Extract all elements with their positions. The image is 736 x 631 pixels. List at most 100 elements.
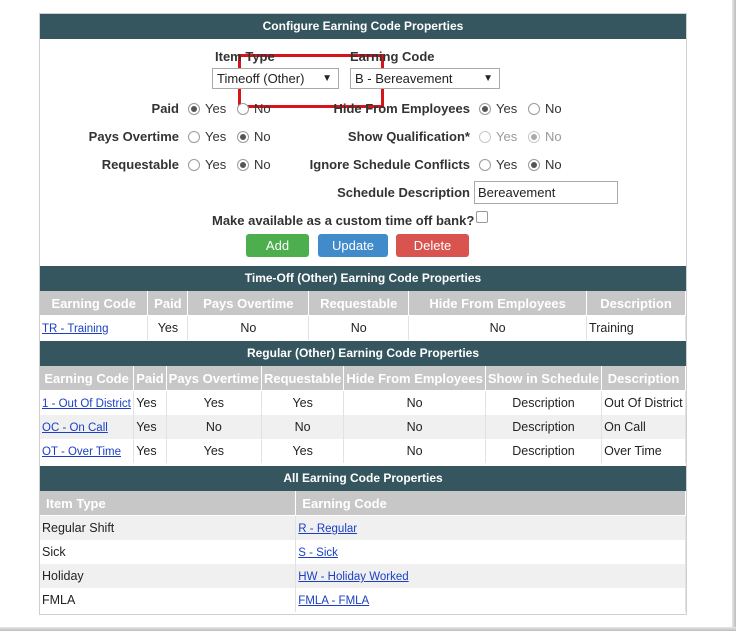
earning-code-link[interactable]: R - Regular (298, 523, 357, 535)
regular-table: Earning Code Paid Pays Overtime Requesta… (40, 366, 686, 463)
ignore-conflicts-no-radio[interactable] (528, 159, 540, 171)
chevron-down-icon: ▼ (322, 73, 332, 84)
hide-label: Hide From Employees (333, 101, 470, 116)
earning-code-link[interactable]: TR - Training (42, 323, 108, 335)
chevron-down-icon: ▼ (483, 73, 493, 84)
ignore-conflicts-yes-radio[interactable] (479, 159, 491, 171)
custom-bank-checkbox[interactable] (476, 211, 488, 223)
requestable-yes-radio[interactable] (188, 159, 200, 171)
paid-label: Paid (151, 101, 179, 116)
requestable-label: Requestable (101, 157, 179, 172)
ignore-conflicts-label: Ignore Schedule Conflicts (309, 157, 470, 172)
pays-overtime-label: Pays Overtime (88, 129, 179, 144)
column-header: Requestable (261, 366, 345, 391)
paid-no-radio[interactable] (237, 103, 249, 115)
show-qualification-no-label: No (545, 129, 562, 144)
show-qualification-yes-radio[interactable] (479, 131, 491, 143)
schedule-description-label: Schedule Description (337, 185, 470, 200)
table-row: OC - On Call Yes No No No Description On… (40, 415, 686, 439)
column-header: Paid (133, 366, 167, 391)
item-type-label: Item Type (215, 49, 275, 64)
schedule-description-input[interactable]: Bereavement (474, 181, 618, 204)
column-header: Paid (147, 291, 189, 316)
table-cell: No (308, 315, 410, 340)
delete-button[interactable]: Delete (396, 234, 469, 257)
all-codes-table: Item Type Earning Code Regular Shift R -… (40, 491, 686, 612)
hide-yes-radio[interactable] (479, 103, 491, 115)
requestable-no-radio[interactable] (237, 159, 249, 171)
window-frame-bottom (0, 627, 736, 631)
table-cell: Description (485, 415, 603, 439)
column-header: Pays Overtime (166, 366, 263, 391)
column-header: Requestable (308, 291, 410, 316)
table-cell: On Call (601, 415, 686, 439)
table-cell: No (166, 415, 263, 439)
table-cell: Yes (166, 439, 263, 463)
earning-code-link[interactable]: HW - Holiday Worked (298, 571, 408, 583)
item-type-value: Timeoff (Other) (217, 71, 305, 86)
column-header: Earning Code (295, 491, 686, 516)
table-cell: No (408, 315, 588, 340)
earning-code-panel: Configure Earning Code Properties Item T… (39, 13, 687, 615)
table-cell: Out Of District (601, 390, 686, 415)
pays-overtime-no-label: No (254, 129, 271, 144)
table-row: FMLA FMLA - FMLA (40, 588, 686, 612)
column-header: Earning Code (40, 291, 149, 316)
table-row: Sick S - Sick (40, 540, 686, 564)
table-cell: Description (485, 439, 603, 463)
table-row: Holiday HW - Holiday Worked (40, 564, 686, 588)
pays-overtime-yes-radio[interactable] (188, 131, 200, 143)
table-cell: Over Time (601, 439, 686, 463)
earning-code-label: Earning Code (350, 49, 435, 64)
earning-code-link[interactable]: OC - On Call (42, 422, 108, 434)
earning-code-link[interactable]: OT - Over Time (42, 446, 121, 458)
table-cell: Yes (166, 390, 263, 415)
timeoff-table: Earning Code Paid Pays Overtime Requesta… (40, 291, 686, 340)
requestable-no-label: No (254, 157, 271, 172)
column-header: Earning Code (40, 366, 135, 391)
earning-code-link[interactable]: S - Sick (298, 547, 338, 559)
timeoff-header: Time-Off (Other) Earning Code Properties (40, 266, 686, 291)
table-cell: No (343, 390, 486, 415)
table-row: OT - Over Time Yes Yes Yes No Descriptio… (40, 439, 686, 463)
item-type-select[interactable]: Timeoff (Other) ▼ (212, 68, 339, 89)
table-cell: Yes (133, 415, 167, 439)
table-cell: Regular Shift (40, 515, 297, 540)
column-header: Pays Overtime (187, 291, 310, 316)
column-header: Hide From Employees (343, 366, 486, 391)
add-button[interactable]: Add (246, 234, 309, 257)
column-header: Hide From Employees (408, 291, 588, 316)
earning-code-link[interactable]: FMLA - FMLA (298, 595, 369, 607)
show-qualification-no-radio[interactable] (528, 131, 540, 143)
requestable-yes-label: Yes (205, 157, 227, 172)
paid-yes-radio[interactable] (188, 103, 200, 115)
table-cell: No (343, 415, 486, 439)
earning-code-select[interactable]: B - Bereavement ▼ (350, 68, 500, 89)
table-cell: Yes (133, 390, 167, 415)
hide-no-label: No (545, 101, 562, 116)
table-row: 1 - Out Of District Yes Yes Yes No Descr… (40, 390, 686, 415)
table-cell: FMLA (40, 588, 297, 612)
table-cell: Yes (261, 390, 345, 415)
table-cell: No (261, 415, 345, 439)
regular-header: Regular (Other) Earning Code Properties (40, 341, 686, 366)
show-qualification-yes-label: Yes (496, 129, 518, 144)
column-header: Description (601, 366, 686, 391)
table-cell: Yes (147, 315, 189, 340)
table-cell: Training (586, 315, 686, 340)
column-header: Item Type (40, 491, 297, 516)
table-cell: No (187, 315, 310, 340)
update-button[interactable]: Update (318, 234, 388, 257)
earning-code-value: B - Bereavement (355, 71, 453, 86)
hide-no-radio[interactable] (528, 103, 540, 115)
table-cell: Yes (261, 439, 345, 463)
pays-overtime-yes-label: Yes (205, 129, 227, 144)
table-row: TR - Training Yes No No No Training (40, 315, 686, 340)
hide-yes-label: Yes (496, 101, 518, 116)
all-header: All Earning Code Properties (40, 466, 686, 491)
table-cell: Description (485, 390, 603, 415)
earning-code-link[interactable]: 1 - Out Of District (42, 398, 131, 410)
pays-overtime-no-radio[interactable] (237, 131, 249, 143)
column-header: Show in Schedule (485, 366, 603, 391)
column-header: Description (586, 291, 686, 316)
